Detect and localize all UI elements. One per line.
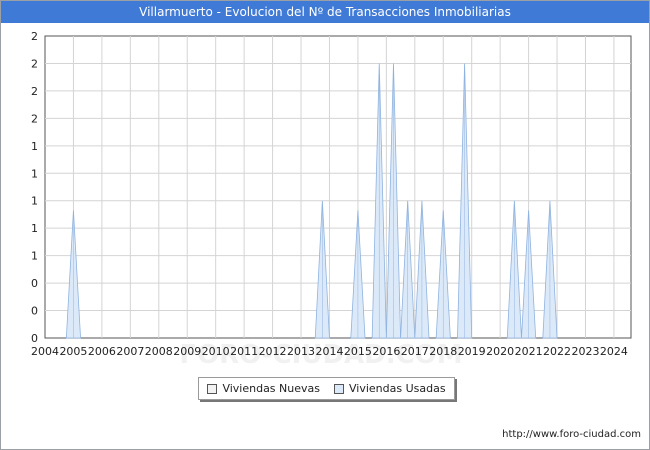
legend-label-nuevas: Viviendas Nuevas — [222, 382, 320, 395]
x-tick-label: 2022 — [543, 345, 571, 358]
x-tick-label: 2024 — [600, 345, 628, 358]
source-url: http://www.foro-ciudad.com — [502, 429, 641, 440]
y-tick-label: 1 — [31, 222, 38, 235]
legend-label-usadas: Viviendas Usadas — [348, 382, 446, 395]
y-axis-ticks: 0 0 0 1 1 1 1 1 2 2 2 2 — [31, 30, 38, 345]
x-tick-label: 2006 — [88, 345, 116, 358]
y-tick-label: 1 — [31, 195, 38, 208]
legend-item-usadas: Viviendas Usadas — [333, 382, 446, 395]
legend-item-nuevas: Viviendas Nuevas — [207, 382, 320, 395]
y-tick-label: 1 — [31, 140, 38, 153]
x-tick-label: 2013 — [287, 345, 315, 358]
y-tick-label: 2 — [31, 112, 38, 125]
plot-area — [44, 35, 632, 339]
x-tick-label: 2008 — [145, 345, 173, 358]
y-tick-label: 1 — [31, 250, 38, 263]
y-tick-label: 0 — [31, 277, 38, 290]
y-tick-label: 1 — [31, 167, 38, 180]
x-tick-label: 2009 — [173, 345, 201, 358]
x-tick-label: 2019 — [458, 345, 486, 358]
y-tick-label: 0 — [31, 305, 38, 318]
y-tick-label: 0 — [31, 332, 38, 345]
x-tick-label: 2014 — [315, 345, 343, 358]
y-tick-label: 2 — [31, 30, 38, 43]
x-tick-label: 2005 — [59, 345, 87, 358]
x-tick-label: 2004 — [31, 345, 59, 358]
x-tick-label: 2023 — [571, 345, 599, 358]
chart-frame: Villarmuerto - Evolucion del Nº de Trans… — [0, 0, 650, 450]
x-tick-label: 2010 — [202, 345, 230, 358]
legend-swatch-nuevas — [207, 383, 218, 394]
x-tick-label: 2015 — [344, 345, 372, 358]
y-tick-label: 2 — [31, 57, 38, 70]
x-tick-label: 2021 — [515, 345, 543, 358]
gridlines — [45, 36, 631, 338]
y-tick-label: 2 — [31, 85, 38, 98]
x-tick-label: 2012 — [259, 345, 287, 358]
x-tick-label: 2016 — [372, 345, 400, 358]
x-tick-label: 2007 — [116, 345, 144, 358]
legend-swatch-usadas — [333, 383, 344, 394]
x-tick-label: 2020 — [486, 345, 514, 358]
x-tick-label: 2018 — [429, 345, 457, 358]
legend: Viviendas Nuevas Viviendas Usadas — [198, 377, 455, 400]
x-tick-label: 2017 — [401, 345, 429, 358]
x-axis-ticks: 2004 2005 2006 2007 2008 2009 2010 2011 2012 2013… — [31, 345, 628, 358]
x-tick-label: 2011 — [230, 345, 258, 358]
